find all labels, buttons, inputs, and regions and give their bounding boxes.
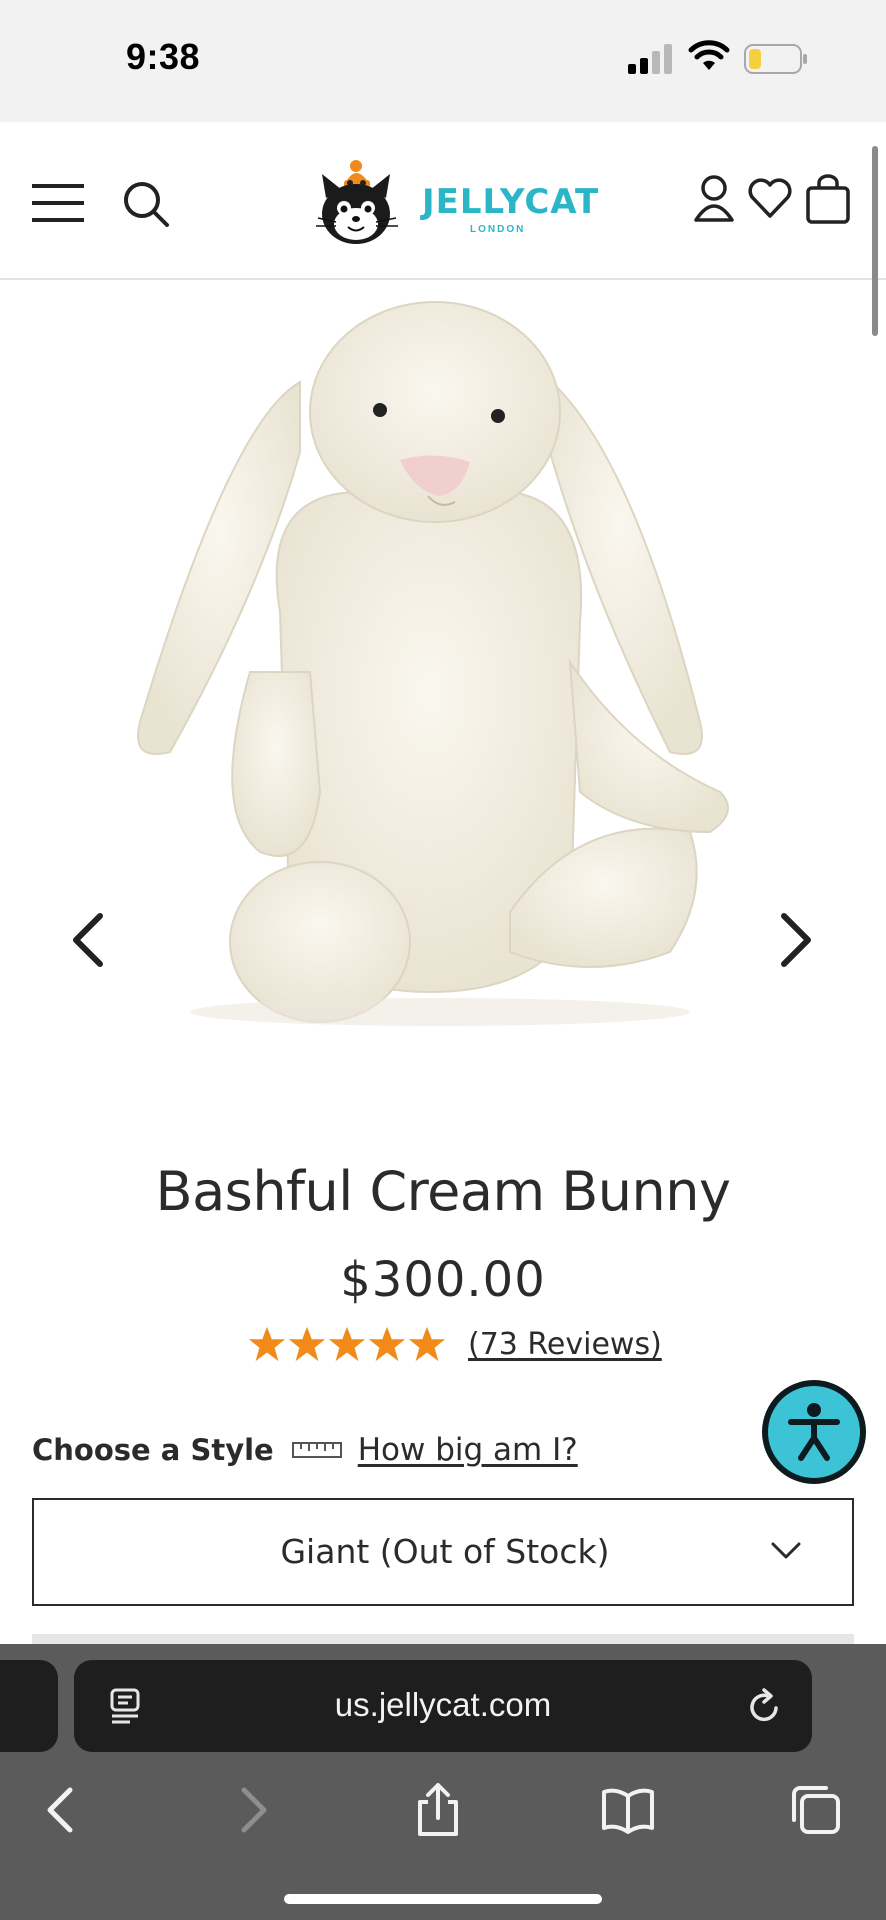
status-bar: 9:38 [0, 0, 886, 122]
home-indicator[interactable] [284, 1894, 602, 1904]
account-icon[interactable] [692, 174, 736, 224]
star-icon [288, 1326, 326, 1362]
size-guide-link[interactable]: How big am I? [358, 1432, 578, 1468]
bookmarks-icon[interactable] [600, 1782, 656, 1838]
add-to-bag-peek [32, 1634, 854, 1644]
tabs-icon[interactable] [788, 1782, 844, 1838]
star-rating [248, 1325, 446, 1363]
star-icon [408, 1326, 446, 1362]
jellycat-logo[interactable]: JELLYCAT LONDON [310, 152, 598, 252]
ruler-icon [291, 1442, 342, 1458]
accessibility-inner [768, 1386, 860, 1478]
status-time: 9:38 [126, 36, 201, 77]
product-rating: (73 Reviews) [248, 1322, 662, 1366]
product-title: Bashful Cream Bunny [155, 1160, 731, 1223]
heart-icon[interactable] [746, 174, 794, 222]
logo-subtext: LONDON [470, 224, 526, 235]
bag-icon[interactable] [804, 174, 852, 224]
address-bar[interactable]: us.jellycat.com [74, 1660, 812, 1752]
star-icon [368, 1326, 406, 1362]
share-icon[interactable] [410, 1782, 466, 1838]
browser-toolbar: us.jellycat.com [0, 1644, 886, 1920]
wifi-icon [688, 40, 730, 70]
logo-text: JELLYCAT [422, 182, 600, 222]
chevron-down-icon [771, 1542, 801, 1559]
accessibility-button[interactable] [762, 1380, 866, 1484]
style-select-value: Giant (Out of Stock) [280, 1532, 610, 1571]
cellular-signal-icon [628, 44, 672, 74]
battery-icon [744, 44, 807, 74]
search-icon[interactable] [122, 180, 170, 228]
style-select[interactable]: Giant (Out of Stock) [32, 1498, 854, 1606]
reload-icon[interactable] [746, 1686, 784, 1726]
menu-icon[interactable] [32, 182, 84, 224]
accessibility-icon [788, 1403, 840, 1461]
cat-logo-icon [316, 160, 398, 244]
previous-image-arrow[interactable] [64, 908, 112, 972]
star-icon [248, 1326, 286, 1362]
site-header: JELLYCAT LONDON [0, 122, 886, 280]
bunny-product-image [137, 301, 729, 1026]
previous-tab-peek[interactable] [0, 1660, 58, 1752]
forward-icon[interactable] [224, 1782, 280, 1838]
product-gallery[interactable] [0, 282, 886, 1042]
next-image-arrow[interactable] [772, 908, 820, 972]
star-icon [328, 1326, 366, 1362]
style-row: Choose a Style How big am I? [32, 1428, 578, 1472]
product-price: $300.00 [340, 1252, 546, 1308]
reviews-link[interactable]: (73 Reviews) [468, 1327, 662, 1362]
choose-style-label: Choose a Style [32, 1433, 274, 1467]
url-text: us.jellycat.com [334, 1686, 552, 1723]
back-icon[interactable] [34, 1782, 90, 1838]
